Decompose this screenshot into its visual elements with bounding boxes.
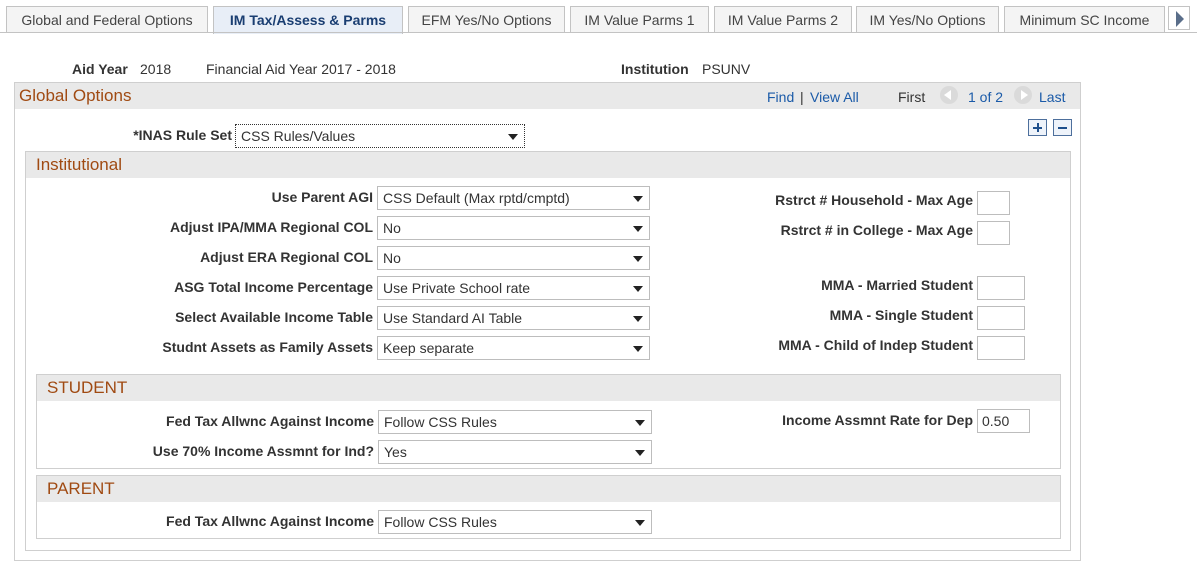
find-link[interactable]: Find [767, 89, 794, 105]
tab-divider [0, 32, 1197, 33]
student-fed-tax-value: Follow CSS Rules [384, 414, 497, 430]
mma-child-indep-input[interactable] [977, 336, 1025, 360]
tab-im-value-parms-1[interactable]: IM Value Parms 1 [570, 6, 709, 33]
adjust-era-select[interactable]: No [377, 246, 650, 270]
nav-separator: | [800, 89, 804, 105]
asg-total-income-select[interactable]: Use Private School rate [377, 276, 650, 300]
adjust-era-value: No [383, 250, 401, 266]
next-arrow-icon[interactable] [1014, 86, 1032, 104]
student-assets-label: Studnt Assets as Family Assets [162, 339, 373, 355]
tab-im-yes-no-options[interactable]: IM Yes/No Options [856, 6, 999, 33]
parent-title: PARENT [47, 479, 115, 498]
global-options-title: Global Options [19, 86, 132, 105]
income-assmnt-ind-value: Yes [384, 444, 407, 460]
parent-fed-tax-label: Fed Tax Allwnc Against Income [166, 513, 374, 529]
first-label: First [898, 89, 926, 105]
adjust-era-label: Adjust ERA Regional COL [200, 249, 373, 265]
use-parent-agi-value: CSS Default (Max rptd/cmptd) [383, 190, 570, 206]
college-max-age-label: Rstrct # in College - Max Age [780, 222, 973, 238]
mma-married-student-input[interactable] [977, 276, 1025, 300]
chevron-down-icon [633, 256, 643, 262]
mma-married-student-label: MMA - Married Student [821, 277, 973, 293]
chevron-down-icon [635, 520, 645, 526]
use-parent-agi-select[interactable]: CSS Default (Max rptd/cmptd) [377, 186, 650, 210]
chevron-down-icon [633, 286, 643, 292]
student-title: STUDENT [47, 378, 128, 397]
tab-efm-yes-no-options[interactable]: EFM Yes/No Options [408, 6, 565, 33]
student-fed-tax-label: Fed Tax Allwnc Against Income [166, 413, 374, 429]
income-assmnt-ind-label: Use 70% Income Assmnt for Ind? [152, 443, 374, 459]
page-info: 1 of 2 [968, 89, 1004, 105]
tab-im-value-parms-2[interactable]: IM Value Parms 2 [714, 6, 852, 33]
adjust-ipa-mma-select[interactable]: No [377, 216, 650, 240]
delete-row-icon[interactable] [1053, 119, 1072, 136]
institutional-title: Institutional [36, 155, 122, 174]
tab-im-tax-assess-parms[interactable]: IM Tax/Assess & Parms [213, 6, 403, 34]
available-income-table-value: Use Standard AI Table [383, 310, 523, 326]
parent-fed-tax-select[interactable]: Follow CSS Rules [378, 510, 652, 534]
asg-total-income-label: ASG Total Income Percentage [174, 279, 373, 295]
mma-single-student-label: MMA - Single Student [829, 307, 973, 323]
chevron-down-icon [633, 316, 643, 322]
tab-minimum-sc-income[interactable]: Minimum SC Income [1004, 6, 1165, 33]
institutional-header: Institutional [26, 152, 1070, 178]
parent-fed-tax-value: Follow CSS Rules [384, 514, 497, 530]
tab-scroll-right-icon[interactable] [1168, 6, 1190, 30]
aid-year-description: Financial Aid Year 2017 - 2018 [206, 61, 396, 77]
chevron-down-icon [633, 196, 643, 202]
previous-arrow-icon[interactable] [940, 86, 958, 104]
household-max-age-label: Rstrct # Household - Max Age [775, 192, 973, 208]
chevron-down-icon [635, 450, 645, 456]
institution-label: Institution [621, 61, 689, 77]
income-assmnt-rate-label: Income Assmnt Rate for Dep [782, 412, 973, 428]
view-all-link[interactable]: View All [810, 89, 859, 105]
institution-value: PSUNV [702, 61, 751, 77]
last-link[interactable]: Last [1039, 89, 1065, 105]
aid-year-value: 2018 [140, 61, 172, 77]
student-assets-select[interactable]: Keep separate [377, 336, 650, 360]
student-header: STUDENT [37, 375, 1060, 401]
household-max-age-input[interactable] [977, 191, 1010, 215]
mma-single-student-input[interactable] [977, 306, 1025, 330]
student-assets-value: Keep separate [383, 340, 475, 356]
available-income-table-label: Select Available Income Table [175, 309, 373, 325]
add-row-icon[interactable] [1028, 119, 1047, 136]
chevron-down-icon [508, 134, 518, 140]
use-parent-agi-label: Use Parent AGI [271, 189, 373, 205]
inas-rule-set-select[interactable]: CSS Rules/Values [235, 124, 525, 148]
college-max-age-input[interactable] [977, 221, 1010, 245]
student-fed-tax-select[interactable]: Follow CSS Rules [378, 410, 652, 434]
income-assmnt-ind-select[interactable]: Yes [378, 440, 652, 464]
adjust-ipa-mma-label: Adjust IPA/MMA Regional COL [170, 219, 373, 235]
available-income-table-select[interactable]: Use Standard AI Table [377, 306, 650, 330]
aid-year-label: Aid Year [72, 61, 128, 77]
chevron-down-icon [633, 226, 643, 232]
asg-total-income-value: Use Private School rate [383, 280, 531, 296]
chevron-down-icon [633, 346, 643, 352]
inas-rule-set-value: CSS Rules/Values [241, 128, 356, 144]
income-assmnt-rate-input[interactable] [977, 409, 1030, 433]
parent-header: PARENT [37, 476, 1060, 502]
inas-rule-set-label: *INAS Rule Set [133, 127, 232, 143]
tab-global-federal-options[interactable]: Global and Federal Options [6, 6, 208, 33]
adjust-ipa-mma-value: No [383, 220, 401, 236]
chevron-down-icon [635, 420, 645, 426]
mma-child-indep-label: MMA - Child of Indep Student [778, 337, 973, 353]
